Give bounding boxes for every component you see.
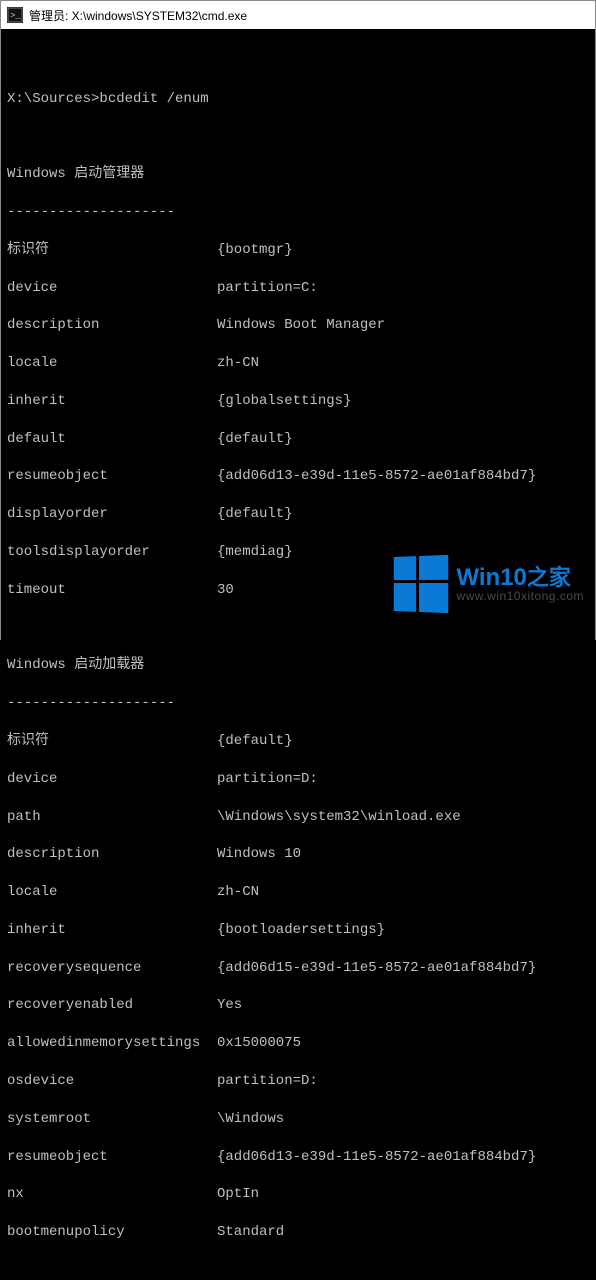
svg-text:>_: >_ (10, 11, 21, 21)
field-value: {bootmgr} (217, 241, 293, 260)
field-value: Windows 10 (217, 845, 301, 864)
field-key: toolsdisplayorder (7, 543, 217, 562)
field-value: Yes (217, 996, 242, 1015)
terminal-output: X:\Sources>bcdedit /enum Windows 启动管理器 -… (1, 29, 595, 1280)
section-title: Windows 启动管理器 (7, 165, 589, 184)
field-key: device (7, 770, 217, 789)
field-key: recoveryenabled (7, 996, 217, 1015)
field-value: 30 (217, 581, 234, 600)
field-value: zh-CN (217, 354, 259, 373)
field-value: Windows Boot Manager (217, 316, 385, 335)
field-key: recoverysequence (7, 959, 217, 978)
window-title: 管理员: X:\windows\SYSTEM32\cmd.exe (29, 7, 247, 24)
separator: -------------------- (7, 203, 589, 222)
field-key: default (7, 430, 217, 449)
separator: -------------------- (7, 694, 589, 713)
field-value: {default} (217, 505, 293, 524)
field-value: partition=C: (217, 279, 318, 298)
field-key: description (7, 316, 217, 335)
field-key: nx (7, 1185, 217, 1204)
field-value: partition=D: (217, 770, 318, 789)
field-key: locale (7, 883, 217, 902)
field-value: {default} (217, 430, 293, 449)
field-key: osdevice (7, 1072, 217, 1091)
field-key: 标识符 (7, 732, 217, 751)
field-key: allowedinmemorysettings (7, 1034, 217, 1053)
field-key: inherit (7, 392, 217, 411)
cmd-icon: >_ (7, 7, 23, 23)
field-key: description (7, 845, 217, 864)
field-value: {default} (217, 732, 293, 751)
prompt: X:\Sources> (7, 91, 99, 107)
field-key: displayorder (7, 505, 217, 524)
field-key: timeout (7, 581, 217, 600)
field-value: {add06d15-e39d-11e5-8572-ae01af884bd7} (217, 959, 536, 978)
field-key: device (7, 279, 217, 298)
field-value: OptIn (217, 1185, 259, 1204)
field-key: path (7, 808, 217, 827)
field-value: 0x15000075 (217, 1034, 301, 1053)
field-key: inherit (7, 921, 217, 940)
field-value: {globalsettings} (217, 392, 351, 411)
field-value: Standard (217, 1223, 284, 1242)
section-title: Windows 启动加载器 (7, 656, 589, 675)
field-key: locale (7, 354, 217, 373)
field-key: 标识符 (7, 241, 217, 260)
field-value: {add06d13-e39d-11e5-8572-ae01af884bd7} (217, 1148, 536, 1167)
field-key: systemroot (7, 1110, 217, 1129)
field-value: {memdiag} (217, 543, 293, 562)
window-titlebar[interactable]: >_ 管理员: X:\windows\SYSTEM32\cmd.exe (1, 1, 595, 29)
field-value: {bootloadersettings} (217, 921, 385, 940)
command-text: bcdedit /enum (99, 91, 208, 107)
field-key: resumeobject (7, 1148, 217, 1167)
field-value: {add06d13-e39d-11e5-8572-ae01af884bd7} (217, 467, 536, 486)
field-value: zh-CN (217, 883, 259, 902)
field-value: \Windows\system32\winload.exe (217, 808, 461, 827)
field-key: resumeobject (7, 467, 217, 486)
field-value: partition=D: (217, 1072, 318, 1091)
field-key: bootmenupolicy (7, 1223, 217, 1242)
field-value: \Windows (217, 1110, 284, 1129)
